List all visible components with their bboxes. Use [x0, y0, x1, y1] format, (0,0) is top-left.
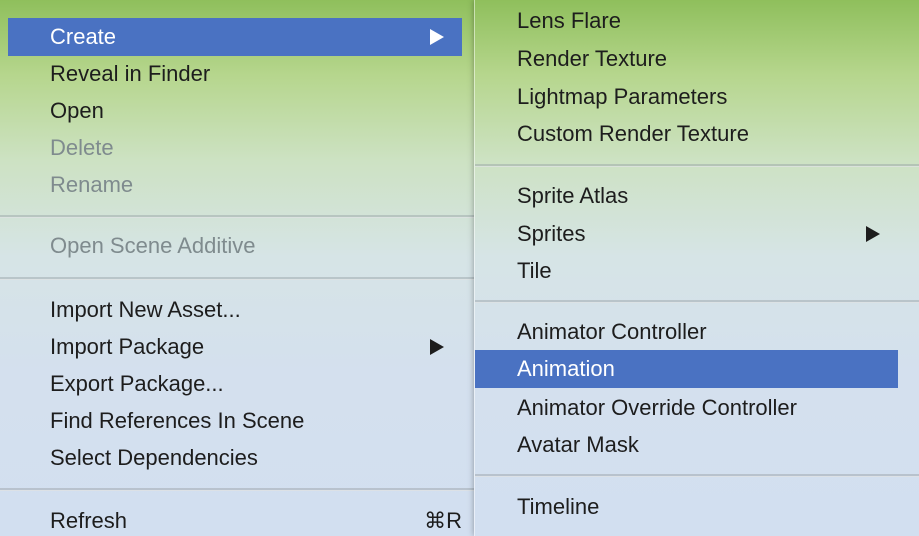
create-submenu: Lens Flare Render Texture Lightmap Param… — [474, 0, 919, 536]
submenu-item-sprites[interactable]: Sprites — [475, 215, 898, 253]
menu-item-label: Sprites — [517, 221, 586, 246]
menu-item-label: Render Texture — [517, 46, 668, 71]
menu-item-label: Delete — [50, 135, 114, 160]
menu-item-label: Find References In Scene — [50, 408, 305, 433]
menu-item-label: Custom Render Texture — [517, 121, 749, 146]
submenu-item-timeline[interactable]: Timeline — [475, 488, 898, 526]
screen: Create Reveal in Finder Open Delete Rena… — [0, 0, 919, 536]
menu-item-delete: Delete — [8, 129, 462, 167]
menu-item-label: Select Dependencies — [50, 445, 258, 470]
menu-item-label: Avatar Mask — [517, 432, 639, 457]
submenu-item-lens-flare[interactable]: Lens Flare — [475, 2, 898, 40]
menu-item-label: Animation — [517, 356, 615, 381]
submenu-item-sprite-atlas[interactable]: Sprite Atlas — [475, 177, 898, 215]
menu-item-create[interactable]: Create — [8, 18, 462, 56]
submenu-item-animator-controller[interactable]: Animator Controller — [475, 313, 898, 351]
menu-item-open[interactable]: Open — [8, 92, 462, 130]
menu-item-label: Lightmap Parameters — [517, 84, 728, 109]
submenu-item-lightmap-parameters[interactable]: Lightmap Parameters — [475, 78, 898, 116]
chevron-right-icon — [866, 226, 880, 242]
menu-separator — [0, 488, 474, 491]
menu-item-label: Import Package — [50, 334, 205, 359]
menu-item-label: Rename — [50, 172, 134, 197]
context-menu: Create Reveal in Finder Open Delete Rena… — [0, 0, 475, 536]
menu-item-find-references[interactable]: Find References In Scene — [8, 402, 462, 440]
menu-separator — [475, 300, 919, 303]
menu-item-select-dependencies[interactable]: Select Dependencies — [8, 439, 462, 477]
menu-separator — [475, 474, 919, 477]
submenu-item-animation[interactable]: Animation — [475, 350, 898, 388]
menu-item-label: Timeline — [517, 494, 600, 519]
menu-separator — [0, 277, 474, 280]
menu-item-refresh[interactable]: Refresh ⌘R — [8, 502, 462, 536]
menu-separator — [0, 215, 474, 218]
menu-item-label: Tile — [517, 258, 552, 283]
chevron-right-icon — [430, 29, 444, 45]
submenu-item-avatar-mask[interactable]: Avatar Mask — [475, 426, 898, 464]
menu-item-import-new-asset[interactable]: Import New Asset... — [8, 291, 462, 329]
menu-separator — [475, 164, 919, 167]
menu-item-export-package[interactable]: Export Package... — [8, 365, 462, 403]
menu-item-label: Refresh — [50, 508, 128, 533]
command-icon-shortcut: ⌘R — [424, 508, 462, 533]
submenu-item-animator-override-controller[interactable]: Animator Override Controller — [475, 389, 898, 427]
chevron-right-icon — [430, 339, 444, 355]
menu-item-label: Import New Asset... — [50, 297, 241, 322]
menu-item-label: Open — [50, 98, 104, 123]
menu-item-label: Open Scene Additive — [50, 233, 256, 258]
menu-item-rename: Rename — [8, 166, 462, 204]
submenu-item-render-texture[interactable]: Render Texture — [475, 40, 898, 78]
menu-item-open-scene-additive: Open Scene Additive — [8, 227, 462, 265]
menu-item-label: Animator Controller — [517, 319, 707, 344]
menu-item-label: Sprite Atlas — [517, 183, 629, 208]
menu-item-label: Create — [50, 24, 117, 49]
submenu-item-tile[interactable]: Tile — [475, 252, 898, 290]
menu-item-reveal-in-finder[interactable]: Reveal in Finder — [8, 55, 462, 93]
menu-item-import-package[interactable]: Import Package — [8, 328, 462, 366]
menu-item-label: Export Package... — [50, 371, 224, 396]
menu-item-label: Reveal in Finder — [50, 61, 211, 86]
menu-item-label: Animator Override Controller — [517, 395, 797, 420]
submenu-item-custom-render-texture[interactable]: Custom Render Texture — [475, 115, 898, 153]
menu-item-label: Lens Flare — [517, 8, 621, 33]
